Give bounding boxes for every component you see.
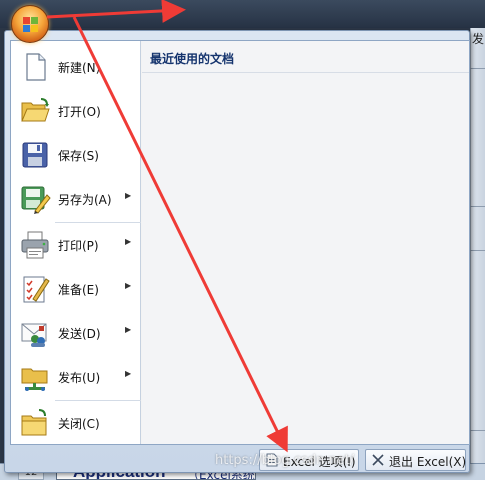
menu-item-label: 打开(O) [58, 105, 101, 119]
menu-item-save[interactable]: 保存(S) [11, 133, 141, 177]
side-pane-divider [470, 68, 485, 69]
menu-item-label: 关闭(C) [58, 417, 100, 431]
menu-item-label: 保存(S) [58, 149, 99, 163]
menu-item-label: 发布(U) [58, 371, 101, 385]
submenu-arrow-icon: ▶ [125, 237, 132, 246]
side-pane-divider [470, 250, 485, 251]
menu-item-send[interactable]: 发送(D) ▶ [11, 311, 141, 355]
menu-item-label: 另存为(A) [58, 193, 112, 207]
new-document-icon [26, 53, 46, 81]
submenu-arrow-icon: ▶ [125, 369, 132, 378]
menu-item-publish[interactable]: 发布(U) ▶ [11, 355, 141, 399]
menu-item-new[interactable]: 新建(N) [11, 45, 141, 89]
menu-item-open[interactable]: 打开(O) [11, 89, 141, 133]
side-pane-divider [470, 206, 485, 207]
excel-side-pane [470, 28, 485, 480]
submenu-arrow-icon: ▶ [125, 325, 132, 334]
save-disk-icon [22, 142, 48, 168]
publish-folder-icon [21, 368, 48, 391]
menu-item-label: 新建(N) [58, 61, 101, 75]
printer-icon [21, 231, 49, 259]
side-pane-divider [470, 430, 485, 431]
close-x-icon [372, 454, 384, 466]
menu-item-close[interactable]: 关闭(C) [11, 401, 141, 445]
recent-documents-title: 最近使用的文档 [142, 41, 469, 73]
open-folder-icon [21, 98, 50, 122]
menu-item-label: 准备(E) [58, 283, 99, 297]
menu-item-label: 打印(P) [58, 239, 99, 253]
menu-item-print[interactable]: 打印(P) ▶ [11, 223, 141, 267]
send-mail-icon [21, 323, 47, 347]
watermark: https://blog.csdn.net/ [215, 453, 355, 468]
excel-title-bar [0, 0, 485, 28]
menu-item-prepare[interactable]: 准备(E) ▶ [11, 267, 141, 311]
close-folder-icon [21, 409, 47, 436]
office-button[interactable] [11, 5, 49, 43]
exit-excel-button[interactable]: 退出 Excel(X) [365, 449, 466, 471]
menu-item-save-as[interactable]: 另存为(A) ▶ [11, 177, 141, 221]
submenu-arrow-icon: ▶ [125, 191, 132, 200]
office-logo-icon [23, 17, 38, 32]
submenu-arrow-icon: ▶ [125, 281, 132, 290]
prepare-checklist-icon [23, 276, 50, 303]
command-list: 新建(N) 打开(O) 保存(S) 另存为(A) ▶ 打印(P) ▶ 准备(E)… [11, 41, 141, 444]
recent-documents-pane: 最近使用的文档 [142, 41, 469, 444]
menu-item-label: 发送(D) [58, 327, 101, 341]
exit-excel-label: 退出 Excel(X) [389, 455, 467, 469]
side-pane-label: 发 [472, 32, 485, 46]
save-as-icon [21, 186, 51, 214]
